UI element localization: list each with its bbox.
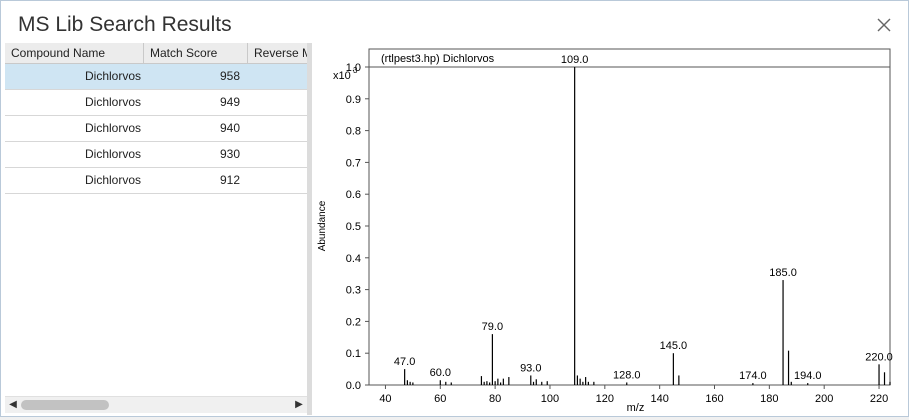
- chevron-left-icon: ◀: [9, 399, 17, 410]
- compound-name-cell: Dichlorvos: [84, 147, 141, 161]
- close-button[interactable]: [874, 15, 894, 35]
- column-header-match-score[interactable]: Match Score: [144, 43, 248, 63]
- horizontal-scrollbar[interactable]: ◀ ▶: [5, 396, 307, 413]
- peak-label: 128.0: [613, 369, 641, 381]
- match-score-cell: 949: [219, 95, 240, 109]
- window-title: MS Lib Search Results: [18, 13, 232, 36]
- table-row[interactable]: Dichlorvos 912: [5, 168, 307, 194]
- y-tick-label: 0.2: [346, 316, 361, 328]
- compound-name-cell: Dichlorvos: [84, 69, 141, 83]
- y-tick-label: 0.9: [346, 94, 361, 106]
- peak-label: 194.0: [794, 370, 822, 382]
- y-tick-label: 0.0: [346, 380, 361, 392]
- peak-label: 174.0: [739, 370, 767, 382]
- y-tick-label: 0.8: [346, 126, 361, 138]
- peak-label: 185.0: [769, 267, 797, 279]
- x-tick-label: 40: [379, 393, 391, 405]
- y-tick-label: 0.7: [346, 157, 361, 169]
- column-header-reverse-match[interactable]: Reverse M: [248, 43, 307, 63]
- y-tick-label: 0.6: [346, 189, 361, 201]
- scroll-left-button[interactable]: ◀: [5, 397, 21, 413]
- results-table: Compound Name Match Score Reverse M Dich…: [5, 43, 307, 415]
- peak-label: 220.0: [865, 351, 893, 363]
- match-score-cell: 958: [219, 69, 240, 83]
- peak-label: 145.0: [660, 340, 688, 352]
- y-tick-label: 0.3: [346, 285, 361, 297]
- plot-frame: [368, 48, 891, 386]
- peak-label: 93.0: [520, 362, 541, 374]
- x-tick-label: 160: [705, 393, 723, 405]
- x-tick-label: 180: [760, 393, 778, 405]
- title-bar: MS Lib Search Results: [1, 1, 908, 43]
- y-axis-label: Abundance: [317, 200, 328, 251]
- compound-name-cell: Dichlorvos: [84, 95, 141, 109]
- close-icon[interactable]: [874, 15, 894, 35]
- table-body: Dichlorvos 958 Dichlorvos 949 Dichlorvos…: [5, 64, 307, 194]
- y-tick-label: 1.0: [346, 62, 361, 74]
- y-tick-label: 0.1: [346, 348, 361, 360]
- spectrum-panel: (rtlpest3.hp) Dichlorvos x10 3 0.0 0.1 0.2 0.3…: [313, 43, 908, 415]
- peak-label: 60.0: [430, 367, 451, 379]
- match-score-cell: 940: [219, 121, 240, 135]
- chart-title: (rtlpest3.hp) Dichlorvos: [381, 53, 495, 65]
- compound-name-cell: Dichlorvos: [84, 173, 141, 187]
- x-tick-label: 100: [541, 393, 559, 405]
- peak-label: 79.0: [482, 321, 503, 333]
- x-tick-label: 120: [596, 393, 614, 405]
- scroll-right-button[interactable]: ▶: [291, 397, 307, 413]
- table-row[interactable]: Dichlorvos 930: [5, 142, 307, 168]
- mass-spectrum-chart: (rtlpest3.hp) Dichlorvosx10 30.00.10.20.3…: [317, 48, 893, 414]
- x-tick-label: 140: [650, 393, 668, 405]
- x-tick-label: 80: [489, 393, 501, 405]
- panel-splitter[interactable]: [307, 43, 312, 415]
- table-header: Compound Name Match Score Reverse M: [5, 43, 307, 64]
- match-score-cell: 930: [219, 147, 240, 161]
- chevron-right-icon: ▶: [295, 399, 303, 410]
- y-tick-label: 0.4: [346, 253, 361, 265]
- table-row[interactable]: Dichlorvos 949: [5, 90, 307, 116]
- compound-name-cell: Dichlorvos: [84, 121, 141, 135]
- x-tick-label: 60: [434, 393, 446, 405]
- table-row[interactable]: Dichlorvos 940: [5, 116, 307, 142]
- match-score-cell: 912: [219, 173, 240, 187]
- peak-label: 47.0: [394, 356, 415, 368]
- x-tick-label: 220: [870, 393, 888, 405]
- x-tick-label: 200: [815, 393, 833, 405]
- y-tick-label: 0.5: [346, 221, 361, 233]
- table-row[interactable]: Dichlorvos 958: [5, 64, 307, 90]
- ms-lib-search-window: MS Lib Search Results Compound Name Matc…: [0, 0, 909, 417]
- scrollbar-thumb[interactable]: [21, 400, 109, 410]
- x-axis-label: m/z: [627, 402, 645, 414]
- peak-label: 109.0: [561, 54, 589, 66]
- column-header-compound-name[interactable]: Compound Name: [5, 43, 144, 63]
